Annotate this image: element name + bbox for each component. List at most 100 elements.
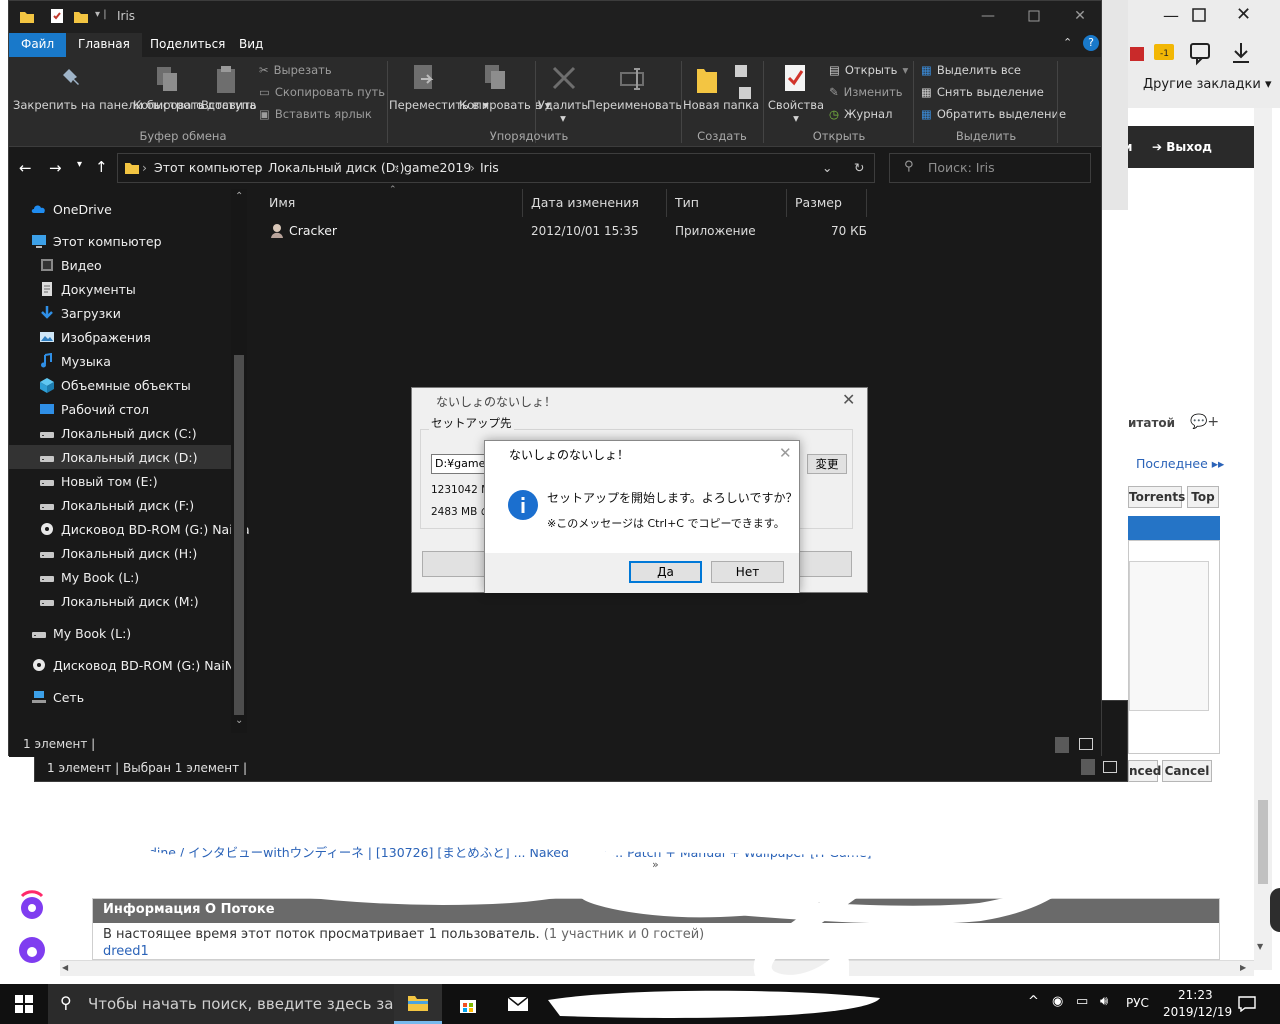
nav-bdrom-g[interactable]: Дисковод BD-ROM (G:) NaiNai <box>9 517 253 541</box>
collapse-ribbon-icon[interactable]: ⌃ <box>1063 36 1072 49</box>
taskbar-store[interactable] <box>444 984 492 1024</box>
open-button[interactable]: ▤ Открыть ▾ <box>829 63 908 77</box>
close-icon[interactable]: ✕ <box>1057 1 1103 31</box>
properties-quick-icon[interactable] <box>49 8 65 24</box>
viewer-link[interactable]: dreed1 <box>93 942 1219 959</box>
tiles-view-icon[interactable] <box>1079 738 1093 750</box>
column-size[interactable]: Размер <box>787 189 867 217</box>
feedback-icon[interactable] <box>1188 40 1214 66</box>
browser-maximize-icon[interactable] <box>1190 6 1210 26</box>
move-to-button[interactable]: Переместить в ▾ <box>389 99 489 112</box>
cut-button[interactable]: ✂ Вырезать <box>259 63 332 77</box>
paste-button[interactable]: Вставить <box>201 99 257 112</box>
browser-close-icon[interactable]: ✕ <box>1236 4 1258 26</box>
copy-to-button[interactable]: Копировать в ▾ <box>459 99 551 112</box>
navigation-scrollbar[interactable]: ⌃ ⌄ <box>231 189 247 733</box>
scroll-down-arrow-icon[interactable]: ▼ <box>1257 942 1263 951</box>
browser-minimize-icon[interactable]: — <box>1148 6 1194 28</box>
search-box[interactable]: ⚲ Поиск: Iris <box>889 153 1091 183</box>
new-item-icon[interactable] <box>733 63 757 103</box>
cancel-button[interactable]: Cancel <box>1162 760 1212 782</box>
column-date[interactable]: Дата изменения <box>523 189 667 217</box>
clock-time[interactable]: 21:23 <box>1178 988 1213 1002</box>
bookmark-icon[interactable]: -1 <box>1152 40 1176 64</box>
crumb-iris[interactable]: Iris <box>480 160 499 175</box>
delete-button[interactable]: Удалить ▾ <box>535 99 591 125</box>
address-dropdown-icon[interactable]: ⌄ <box>822 160 832 175</box>
taskbar-mail[interactable] <box>494 984 542 1024</box>
copy-button[interactable]: Копировать <box>133 99 205 112</box>
advanced-button[interactable]: nced <box>1128 760 1161 782</box>
torrents-button[interactable]: Torrents <box>1128 486 1185 508</box>
copy-path-button[interactable]: ▭ Скопировать путь <box>259 85 385 99</box>
crumb-game2019[interactable]: game2019 <box>404 160 471 175</box>
address-bar[interactable]: › Этот компьютер › Локальный диск (D:) ›… <box>117 153 875 183</box>
page-horizontal-scrollbar[interactable]: ◀ ▶ <box>60 960 1254 976</box>
column-name[interactable]: Имя <box>261 189 523 217</box>
tray-device-icon[interactable]: ▭ <box>1076 994 1088 1009</box>
help-icon[interactable]: ? <box>1083 35 1099 51</box>
nav-images[interactable]: Изображения <box>9 325 231 349</box>
refresh-icon[interactable]: ↻ <box>854 160 864 175</box>
alice-app-icon[interactable] <box>14 888 50 924</box>
pin-icon[interactable] <box>61 67 85 91</box>
select-none-button[interactable]: ▦ Снять выделение <box>921 85 1044 99</box>
recent-dropdown-icon[interactable]: ▾ <box>77 159 82 170</box>
page-scroll-thumb[interactable] <box>1258 800 1268 884</box>
page-vertical-scrollbar[interactable]: ▼ <box>1254 108 1272 970</box>
forward-arrow-icon[interactable]: → <box>49 159 62 177</box>
rename-button[interactable]: Переименовать <box>587 99 682 112</box>
tab-file[interactable]: Файл <box>9 33 66 57</box>
setup-close-icon[interactable]: ✕ <box>842 390 855 409</box>
nav-drive-m[interactable]: Локальный диск (M:) <box>9 589 231 613</box>
extension-icon[interactable] <box>1128 44 1148 66</box>
action-center-button[interactable] <box>1224 984 1270 1024</box>
scroll-down-icon[interactable]: ⌄ <box>235 715 243 726</box>
alice-voice-icon[interactable] <box>14 932 50 968</box>
nav-video[interactable]: Видео <box>9 253 231 277</box>
tab-view[interactable]: Вид <box>227 33 275 57</box>
crumb-drive-d[interactable]: Локальный диск (D:) <box>268 160 405 175</box>
minimize-icon[interactable]: — <box>965 1 1011 31</box>
nav-mybook-l[interactable]: My Book (L:) <box>9 565 231 589</box>
nav-drive-c[interactable]: Локальный диск (C:) <box>9 421 231 445</box>
copy-to-icon[interactable] <box>483 63 509 93</box>
history-button[interactable]: ◷ Журнал <box>829 107 892 121</box>
nav-this-pc[interactable]: Этот компьютер <box>9 229 231 253</box>
no-button[interactable]: Нет <box>711 561 784 583</box>
quick-access-dropdown-icon[interactable]: ▾ | <box>95 9 107 20</box>
file-row[interactable]: Cracker 2012/10/01 15:35 Приложение 70 К… <box>261 219 867 241</box>
rename-icon[interactable] <box>619 67 647 91</box>
reply-add-icon[interactable]: 💬+ <box>1190 414 1219 430</box>
nav-mybook-l-root[interactable]: My Book (L:) <box>9 621 231 645</box>
confirm-close-icon[interactable]: ✕ <box>779 444 792 462</box>
scroll-left-arrow-icon[interactable]: ◀ <box>62 963 68 972</box>
details-view-icon[interactable] <box>1055 737 1069 753</box>
nav-bdrom-g-root[interactable]: Дисковод BD-ROM (G:) NaiNai <box>9 653 245 677</box>
new-folder-button[interactable]: Новая папка <box>683 99 759 112</box>
nav-desktop[interactable]: Рабочий стол <box>9 397 231 421</box>
tab-home[interactable]: Главная <box>66 33 142 57</box>
nav-drive-h[interactable]: Локальный диск (H:) <box>9 541 231 565</box>
nav-music[interactable]: Музыка <box>9 349 231 373</box>
language-indicator[interactable]: РУС <box>1126 996 1149 1010</box>
tiles-view-icon[interactable] <box>1103 761 1117 773</box>
invert-selection-button[interactable]: ▦ Обратить выделение <box>921 107 1066 121</box>
tab-share[interactable]: Поделиться <box>138 33 237 57</box>
properties-icon[interactable] <box>783 63 809 95</box>
logout-link[interactable]: ➔ Выход <box>1152 140 1212 154</box>
new-folder-quick-icon[interactable] <box>73 9 89 25</box>
paste-shortcut-button[interactable]: ▣ Вставить ярлык <box>259 107 372 121</box>
nav-drive-d[interactable]: Локальный диск (D:) <box>9 445 231 469</box>
copy-icon[interactable] <box>155 65 181 95</box>
tray-app-icon[interactable]: ◉ <box>1052 994 1063 1009</box>
nav-drive-e[interactable]: Новый том (E:) <box>9 469 231 493</box>
latest-link[interactable]: Последнее ▸▸ <box>1136 456 1224 471</box>
nav-documents[interactable]: Документы <box>9 277 231 301</box>
edit-button[interactable]: ✎ Изменить <box>829 85 903 99</box>
nav-network[interactable]: Сеть <box>9 685 231 709</box>
column-type[interactable]: Тип <box>667 189 787 217</box>
properties-button[interactable]: Свойства ▾ <box>765 99 827 125</box>
other-bookmarks[interactable]: Другие закладки ▾ <box>1143 77 1271 92</box>
nav-drive-f[interactable]: Локальный диск (F:) <box>9 493 231 517</box>
